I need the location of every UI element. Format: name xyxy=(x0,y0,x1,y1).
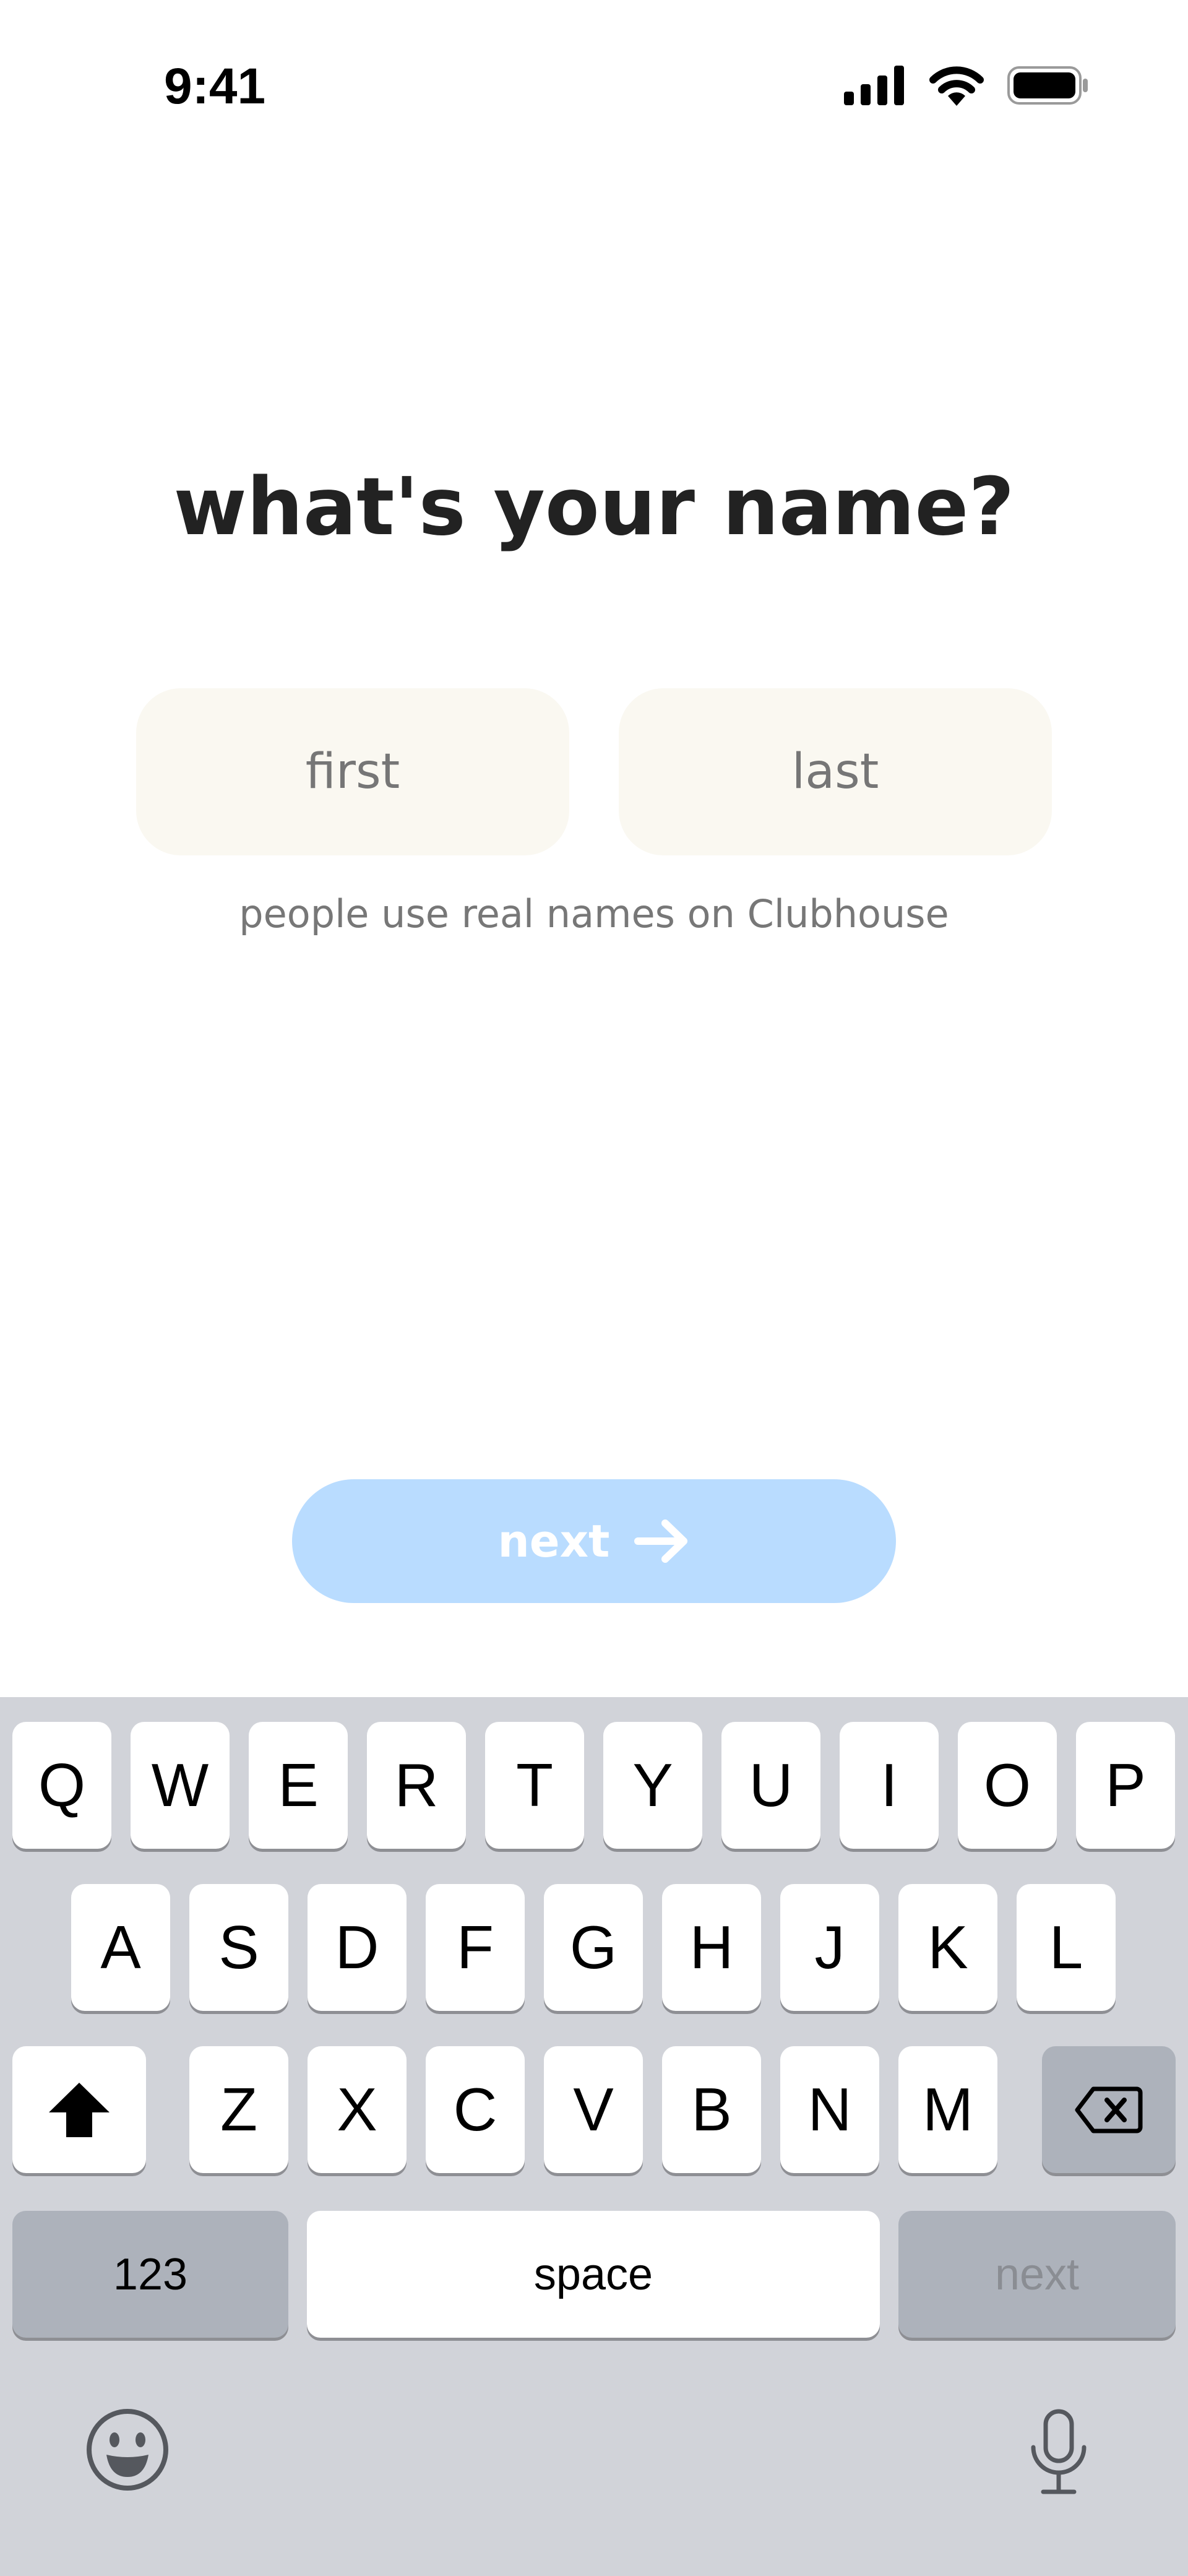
key-q[interactable]: Q xyxy=(12,1722,111,1849)
key-r[interactable]: R xyxy=(367,1722,466,1849)
next-button-label: next xyxy=(497,1515,610,1567)
shift-key[interactable] xyxy=(12,2046,146,2173)
key-n[interactable]: N xyxy=(780,2046,879,2173)
status-time: 9:41 xyxy=(164,58,266,115)
key-u[interactable]: U xyxy=(721,1722,820,1849)
key-i[interactable]: I xyxy=(840,1722,939,1849)
key-m[interactable]: M xyxy=(898,2046,997,2173)
key-x[interactable]: X xyxy=(308,2046,407,2173)
next-button[interactable]: next xyxy=(292,1479,896,1603)
key-t[interactable]: T xyxy=(485,1722,584,1849)
space-key[interactable]: space xyxy=(307,2211,880,2338)
key-g[interactable]: G xyxy=(544,1884,643,2011)
key-e[interactable]: E xyxy=(249,1722,348,1849)
backspace-icon xyxy=(1075,2086,1143,2133)
key-k[interactable]: K xyxy=(898,1884,997,2011)
key-d[interactable]: D xyxy=(308,1884,407,2011)
battery-icon xyxy=(1007,66,1088,105)
cellular-signal-icon xyxy=(844,66,904,105)
key-v[interactable]: V xyxy=(544,2046,643,2173)
real-names-hint: people use real names on Clubhouse xyxy=(239,891,949,936)
numbers-key[interactable]: 123 xyxy=(12,2211,288,2338)
last-name-input[interactable] xyxy=(619,688,1052,855)
wifi-icon xyxy=(929,66,984,106)
page-title: what's your name? xyxy=(173,461,1015,553)
emoji-icon xyxy=(87,2409,168,2491)
first-name-input[interactable] xyxy=(136,688,569,855)
dictation-button[interactable] xyxy=(1025,2409,1093,2496)
key-a[interactable]: A xyxy=(71,1884,170,2011)
key-l[interactable]: L xyxy=(1017,1884,1116,2011)
status-icons xyxy=(844,65,1089,106)
key-y[interactable]: Y xyxy=(603,1722,702,1849)
return-next-key[interactable]: next xyxy=(898,2211,1176,2338)
keyboard: QWERTYUIOP ASDFGHJKL ZXCVBNM 123 space n… xyxy=(0,1697,1188,2576)
key-o[interactable]: O xyxy=(958,1722,1057,1849)
delete-key[interactable] xyxy=(1042,2046,1176,2173)
key-f[interactable]: F xyxy=(426,1884,525,2011)
key-j[interactable]: J xyxy=(780,1884,879,2011)
key-p[interactable]: P xyxy=(1076,1722,1175,1849)
key-c[interactable]: C xyxy=(426,2046,525,2173)
key-z[interactable]: Z xyxy=(189,2046,288,2173)
key-h[interactable]: H xyxy=(662,1884,761,2011)
key-s[interactable]: S xyxy=(189,1884,288,2011)
arrow-right-icon xyxy=(634,1519,688,1563)
shift-icon xyxy=(49,2082,110,2137)
key-w[interactable]: W xyxy=(131,1722,230,1849)
emoji-button[interactable] xyxy=(85,2408,170,2492)
microphone-icon xyxy=(1031,2409,1087,2494)
key-b[interactable]: B xyxy=(662,2046,761,2173)
